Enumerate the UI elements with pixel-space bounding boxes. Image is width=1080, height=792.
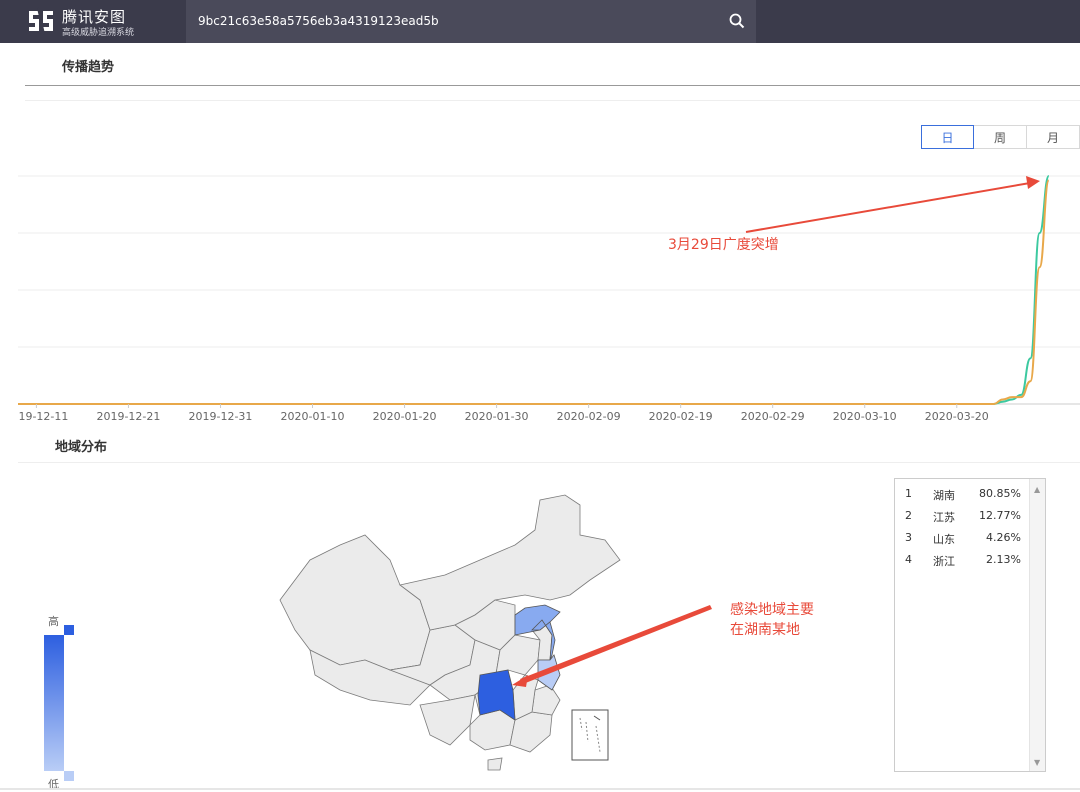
brand-name: 腾讯安图 (62, 8, 127, 26)
region-guangxi[interactable] (469, 709, 516, 751)
rank-percentage: 4.26% (986, 531, 1021, 544)
scroll-down-icon[interactable]: ▼ (1034, 758, 1040, 767)
trend-section-title: 传播趋势 (62, 60, 115, 75)
divider (18, 462, 1080, 463)
map-annotation-arrow (512, 605, 712, 687)
legend-color-scale[interactable] (44, 625, 76, 781)
x-tick-label: 2020-03-20 (925, 410, 989, 423)
brand-subtitle: 高级威胁追溯系统 (62, 28, 135, 38)
south-china-sea-inset (571, 709, 609, 761)
map-annotation-line2: 在湖南某地 (730, 622, 800, 638)
x-tick-label: 2020-01-20 (373, 410, 437, 423)
region-hainan[interactable] (487, 757, 503, 771)
top-bar: 腾讯安图 高级威胁追溯系统 9bc21c63e58a5756eb3a431912… (0, 0, 1080, 43)
divider (25, 100, 1080, 101)
chart-x-axis: 2019-12-11 2019-12-21 2019-12-31 2020-01-10… (18, 404, 989, 423)
x-tick-label: 2020-03-10 (833, 410, 897, 423)
x-tick-label: 2020-01-10 (281, 410, 345, 423)
trend-annotation-text: 3月29日广度突增 (668, 237, 779, 253)
rank-region-name: 江苏 (933, 511, 955, 524)
chart-grid (18, 175, 1080, 405)
rank-index: 4 (905, 553, 912, 566)
map-annotation: 感染地域主要 在湖南某地 (730, 600, 814, 640)
region-ranking-list[interactable]: 1 湖南 80.85% 2 江苏 12.77% 3 山东 4.26% 4 浙江 … (894, 478, 1046, 772)
x-tick-label: 2019-12-21 (96, 410, 160, 423)
list-item[interactable]: 3 山东 4.26% (895, 527, 1025, 549)
brand-logo-icon (29, 7, 53, 35)
list-item[interactable]: 2 江苏 12.77% (895, 505, 1025, 527)
rank-percentage: 2.13% (986, 553, 1021, 566)
rank-region-name: 浙江 (933, 555, 955, 568)
rank-percentage: 12.77% (979, 509, 1021, 522)
map-annotation-line1: 感染地域主要 (730, 602, 814, 618)
rank-index: 1 (905, 487, 912, 500)
period-toggle-group: 日 周 月 (921, 125, 1080, 149)
region-yunnan[interactable] (419, 694, 476, 746)
rank-region-name: 山东 (933, 533, 955, 546)
rank-index: 3 (905, 531, 912, 544)
x-tick-label: 2019-12-31 (189, 410, 253, 423)
search-input[interactable]: 9bc21c63e58a5756eb3a4319123ead5b (198, 14, 439, 28)
legend-low-handle[interactable] (64, 771, 74, 781)
rank-region-name: 湖南 (933, 489, 955, 502)
trend-annotation-arrow (745, 176, 1040, 233)
search-icon[interactable] (728, 12, 746, 30)
x-tick-label: 2019-12-11 (18, 410, 68, 423)
ranking-scrollbar[interactable]: ▲ ▼ (1029, 479, 1045, 771)
trend-line-chart: 2019-12-11 2019-12-21 2019-12-31 2020-01-10… (18, 175, 1080, 423)
x-tick-label: 2020-02-29 (741, 410, 805, 423)
x-tick-label: 2020-01-30 (465, 410, 529, 423)
region-west[interactable] (279, 534, 431, 671)
x-tick-label: 2020-02-09 (557, 410, 621, 423)
list-item[interactable]: 1 湖南 80.85% (895, 483, 1025, 505)
scroll-up-icon[interactable]: ▲ (1034, 485, 1040, 494)
search-bar[interactable]: 9bc21c63e58a5756eb3a4319123ead5b (186, 0, 756, 43)
geo-section-title: 地域分布 (55, 440, 108, 455)
rank-index: 2 (905, 509, 912, 522)
divider (25, 85, 1080, 86)
period-day-button[interactable]: 日 (921, 125, 975, 149)
x-tick-label: 2020-02-19 (649, 410, 713, 423)
series-line-1[interactable] (18, 179, 1050, 405)
period-month-button[interactable]: 月 (1027, 125, 1080, 149)
list-item[interactable]: 4 浙江 2.13% (895, 549, 1025, 571)
period-week-button[interactable]: 周 (974, 125, 1028, 149)
brand-logo[interactable]: 腾讯安图 高级威胁追溯系统 (0, 0, 186, 43)
legend-high-handle[interactable] (64, 625, 74, 635)
rank-percentage: 80.85% (979, 487, 1021, 500)
